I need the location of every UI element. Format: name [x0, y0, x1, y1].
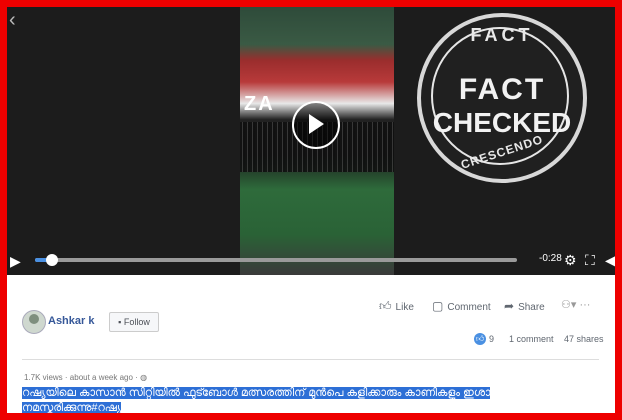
video-controls: ▶ -0:28 ⚙ ⛶ ◀ — [7, 249, 615, 275]
volume-icon[interactable]: ◀ — [605, 252, 615, 269]
caption-text: റഷ്യയിലെ കാസാൻ സിറ്റിയിൽ ഫുട്ബോൾ മത്സരത്… — [22, 387, 491, 413]
stamp-fact-text: FACT — [458, 73, 546, 106]
post-caption: റഷ്യയിലെ കാസാൻ സിറ്റിയിൽ ഫുട്ബോൾ മത്സരത്… — [22, 386, 502, 413]
like-reaction-icon: 👍︎ — [474, 333, 486, 345]
back-icon[interactable]: ‹ — [9, 9, 16, 32]
views-and-time: 1.7K views · about a week ago · — [24, 373, 138, 382]
play-button[interactable] — [292, 101, 340, 149]
comment-icon: ▢ — [432, 299, 444, 313]
play-icon — [309, 114, 324, 134]
settings-icon[interactable]: ⚙ — [564, 252, 577, 269]
follow-label: Follow — [123, 317, 150, 327]
reactions-count[interactable]: 9 — [489, 334, 494, 344]
like-button[interactable]: 👍︎ Like — [379, 299, 414, 314]
more-options-icon[interactable]: ⚇▾ ··· — [561, 298, 590, 311]
comment-label: Comment — [447, 302, 491, 313]
globe-icon: ◍ — [140, 373, 148, 382]
time-remaining: -0:28 — [539, 253, 562, 264]
stadium-banner-text: ZA — [244, 93, 275, 115]
follow-button[interactable]: ▪ Follow — [109, 312, 159, 332]
comments-count[interactable]: 1 comment — [509, 334, 554, 344]
progress-knob[interactable] — [45, 254, 58, 266]
divider — [22, 359, 599, 360]
follow-icon: ▪ — [118, 317, 122, 327]
fact-checked-stamp: FACT FACT CHECKED CRESCENDO — [417, 13, 587, 183]
comment-button[interactable]: ▢ Comment — [432, 299, 491, 313]
post-card: ‹ ZA FACT FACT CHECKED CRESCENDO ▶ -0:28… — [7, 7, 615, 413]
video-player[interactable]: ‹ ZA FACT FACT CHECKED CRESCENDO ▶ -0:28… — [7, 7, 615, 275]
post-meta: 1.7K views · about a week ago · ◍ — [24, 373, 147, 382]
share-icon: ➦ — [504, 299, 515, 313]
shares-count[interactable]: 47 shares — [564, 334, 604, 344]
progress-bar[interactable] — [35, 254, 517, 266]
red-frame: ‹ ZA FACT FACT CHECKED CRESCENDO ▶ -0:28… — [0, 0, 622, 420]
author-name[interactable]: Ashkar k — [48, 315, 94, 327]
like-label: Like — [395, 302, 414, 313]
play-control-icon[interactable]: ▶ — [10, 253, 21, 270]
post-details: Ashkar k ▪ Follow 👍︎ Like ▢ Comment ➦ Share… — [7, 275, 615, 413]
share-button[interactable]: ➦ Share — [504, 299, 545, 313]
share-label: Share — [518, 302, 545, 313]
avatar[interactable] — [22, 310, 46, 334]
like-icon: 👍︎ — [379, 299, 392, 313]
fullscreen-icon[interactable]: ⛶ — [585, 252, 595, 269]
stamp-top-text: FACT — [470, 25, 534, 45]
